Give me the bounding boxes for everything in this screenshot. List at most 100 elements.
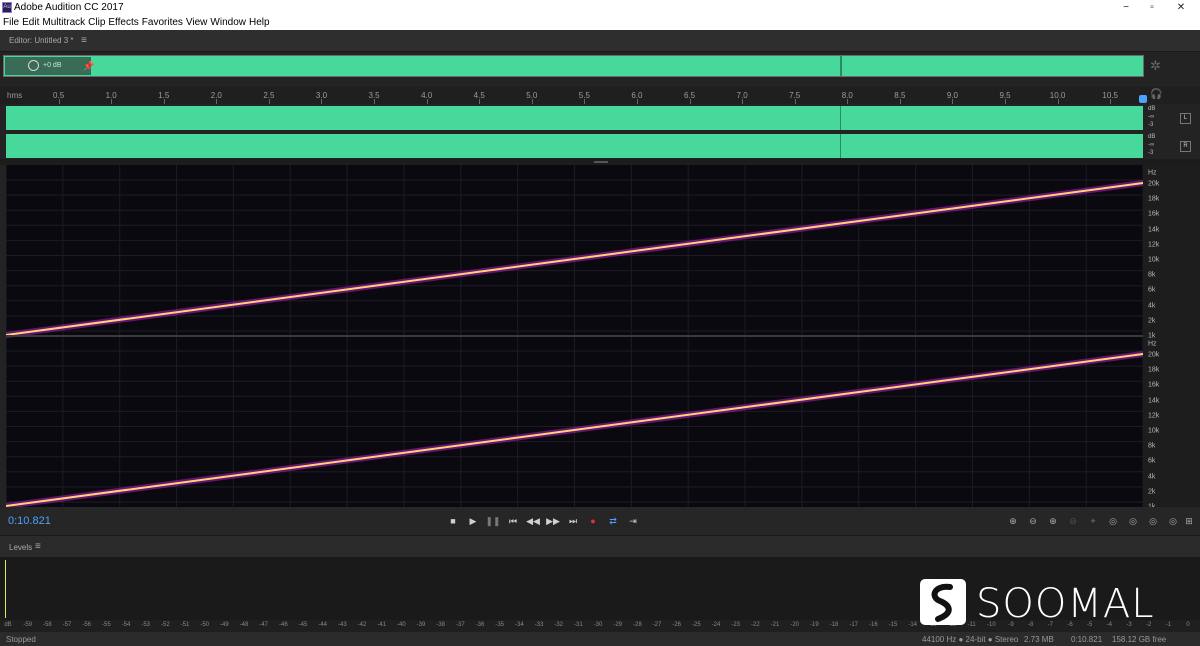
channel-right-button[interactable]: R: [1180, 141, 1191, 152]
menu-favorites[interactable]: Favorites: [142, 16, 183, 30]
volume-value[interactable]: +0 dB: [43, 62, 62, 69]
menu-multitrack[interactable]: Multitrack: [42, 16, 85, 30]
menu-bar: File Edit Multitrack Clip Effects Favorites Vi…: [0, 16, 1200, 30]
levels-scale-label: -21: [770, 622, 780, 628]
levels-scale-label: -39: [416, 622, 426, 628]
levels-scale-label: -24: [711, 622, 721, 628]
zoom-in-time-icon[interactable]: ⊕: [1044, 514, 1062, 528]
audio-format: 44100 Hz ● 24-bit ● Stereo: [922, 635, 1019, 644]
levels-scale-label: -29: [613, 622, 622, 628]
levels-scale-label: -31: [573, 622, 583, 628]
levels-scale-label: -16: [868, 622, 878, 628]
hz-label: 1k: [1148, 332, 1156, 340]
levels-scale-label: -55: [101, 622, 111, 628]
pin-icon[interactable]: 📌: [83, 61, 94, 72]
levels-scale-label: -33: [534, 622, 544, 628]
hz-label: 14k: [1148, 226, 1160, 234]
soomal-logo-icon: [920, 579, 966, 625]
title-bar: Au Adobe Audition CC 2017 − ▫ ✕: [0, 0, 1200, 16]
waveform-marker: [840, 106, 841, 130]
db-unit: dB: [1148, 134, 1156, 140]
splitter-grip[interactable]: [594, 161, 608, 163]
levels-menu-icon[interactable]: ≡: [35, 541, 41, 552]
skip-selection-button[interactable]: ⇥: [624, 514, 642, 528]
go-to-end-button[interactable]: ⏭: [564, 514, 582, 528]
free-disk-space: 158.12 GB free: [1112, 635, 1167, 644]
ruler-tick-mark: [111, 99, 113, 104]
editor-tab[interactable]: Editor: Untitled 3 *: [9, 36, 73, 45]
levels-scale-label: -48: [239, 622, 249, 628]
overview-marker: [840, 56, 842, 76]
menu-window[interactable]: Window: [210, 16, 246, 30]
waveform-channel-left[interactable]: [6, 106, 1143, 130]
channel-scale-right: dB -∞ -3: [1144, 134, 1200, 158]
menu-file[interactable]: File: [3, 16, 19, 30]
levels-scale-label: -41: [377, 622, 386, 628]
levels-scale-label: -30: [593, 622, 603, 628]
levels-scale-label: -42: [357, 622, 367, 628]
spectral-display[interactable]: [6, 165, 1143, 507]
levels-scale-label: dB: [4, 622, 12, 628]
go-to-start-button[interactable]: ⏮: [504, 514, 522, 528]
levels-scale-label: -58: [42, 622, 52, 628]
record-button[interactable]: ●: [584, 514, 602, 528]
play-button[interactable]: ▶: [464, 514, 482, 528]
zoom-in-point-icon[interactable]: ◎: [1124, 514, 1142, 528]
levels-scale-label: -17: [849, 622, 858, 628]
fast-forward-button[interactable]: ▶▶: [544, 514, 562, 528]
ruler-tick-mark: [216, 99, 218, 104]
menu-edit[interactable]: Edit: [22, 16, 39, 30]
channel-left-button[interactable]: L: [1180, 113, 1191, 124]
levels-scale-label: -28: [632, 622, 642, 628]
stop-button[interactable]: ■: [444, 514, 462, 528]
menu-effects[interactable]: Effects: [108, 16, 138, 30]
time-ruler[interactable]: hms 0.5 1.0 1.5 2.0 2.5 3.0 3.5 4.0 4.5 5.0 5.5 6.0…: [0, 87, 1200, 104]
levels-scale-label: -22: [750, 622, 760, 628]
hz-label: 18k: [1148, 195, 1160, 203]
volume-knob-icon[interactable]: [28, 60, 39, 71]
zoom-out-amplitude-icon[interactable]: ⊖: [1024, 514, 1042, 528]
loop-button[interactable]: ⇄: [604, 514, 622, 528]
zoom-full-icon[interactable]: ◎: [1104, 514, 1122, 528]
overview-controls: +0 dB 📌: [5, 57, 94, 75]
hz-label: 10k: [1148, 256, 1160, 264]
levels-scale-label: -26: [672, 622, 681, 628]
pause-button[interactable]: ❚❚: [484, 514, 502, 528]
levels-scale-label: -50: [200, 622, 209, 628]
levels-scale-label: -38: [436, 622, 445, 628]
ruler-tick-mark: [794, 99, 796, 104]
current-time[interactable]: 0:10.821: [8, 515, 51, 527]
playhead-handle[interactable]: [1139, 95, 1147, 103]
panel-menu-icon[interactable]: ≡: [81, 35, 87, 46]
levels-scale-label: 0: [1186, 622, 1190, 628]
menu-clip[interactable]: Clip: [88, 16, 105, 30]
ruler-tick-mark: [952, 99, 954, 104]
ruler-unit: hms: [7, 91, 23, 100]
levels-tab[interactable]: Levels: [9, 543, 32, 552]
zoom-in-amplitude-icon[interactable]: ⊕: [1004, 514, 1022, 528]
levels-scale-label: -49: [219, 622, 229, 628]
waveform-overview[interactable]: +0 dB 📌: [3, 55, 1144, 77]
hz-label: 16k: [1148, 210, 1160, 218]
menu-help[interactable]: Help: [249, 16, 270, 30]
zoom-fit-icon[interactable]: ⊞: [1180, 514, 1198, 528]
hz-label: 6k: [1148, 286, 1156, 294]
headphones-icon[interactable]: 🎧: [1150, 89, 1162, 100]
hz-label: 2k: [1148, 317, 1156, 325]
zoom-out-point-icon[interactable]: ◎: [1144, 514, 1162, 528]
waveform-channel-right[interactable]: [6, 134, 1143, 158]
soomal-watermark: SOOMAL: [918, 577, 1178, 627]
maximize-button[interactable]: ▫: [1137, 0, 1167, 16]
rewind-button[interactable]: ◀◀: [524, 514, 542, 528]
ruler-tick-mark: [899, 99, 901, 104]
levels-scale-label: -54: [121, 622, 131, 628]
levels-scale-label: -37: [455, 622, 465, 628]
settings-gear-icon[interactable]: ✲: [1150, 58, 1161, 74]
zoom-selection-icon[interactable]: ✦: [1084, 514, 1102, 528]
ruler-tick-mark: [58, 99, 60, 104]
close-button[interactable]: ✕: [1166, 0, 1196, 16]
menu-view[interactable]: View: [186, 16, 208, 30]
levels-scale-label: -18: [829, 622, 839, 628]
ruler-tick-mark: [636, 99, 638, 104]
zoom-out-time-icon[interactable]: ⊖: [1064, 514, 1082, 528]
